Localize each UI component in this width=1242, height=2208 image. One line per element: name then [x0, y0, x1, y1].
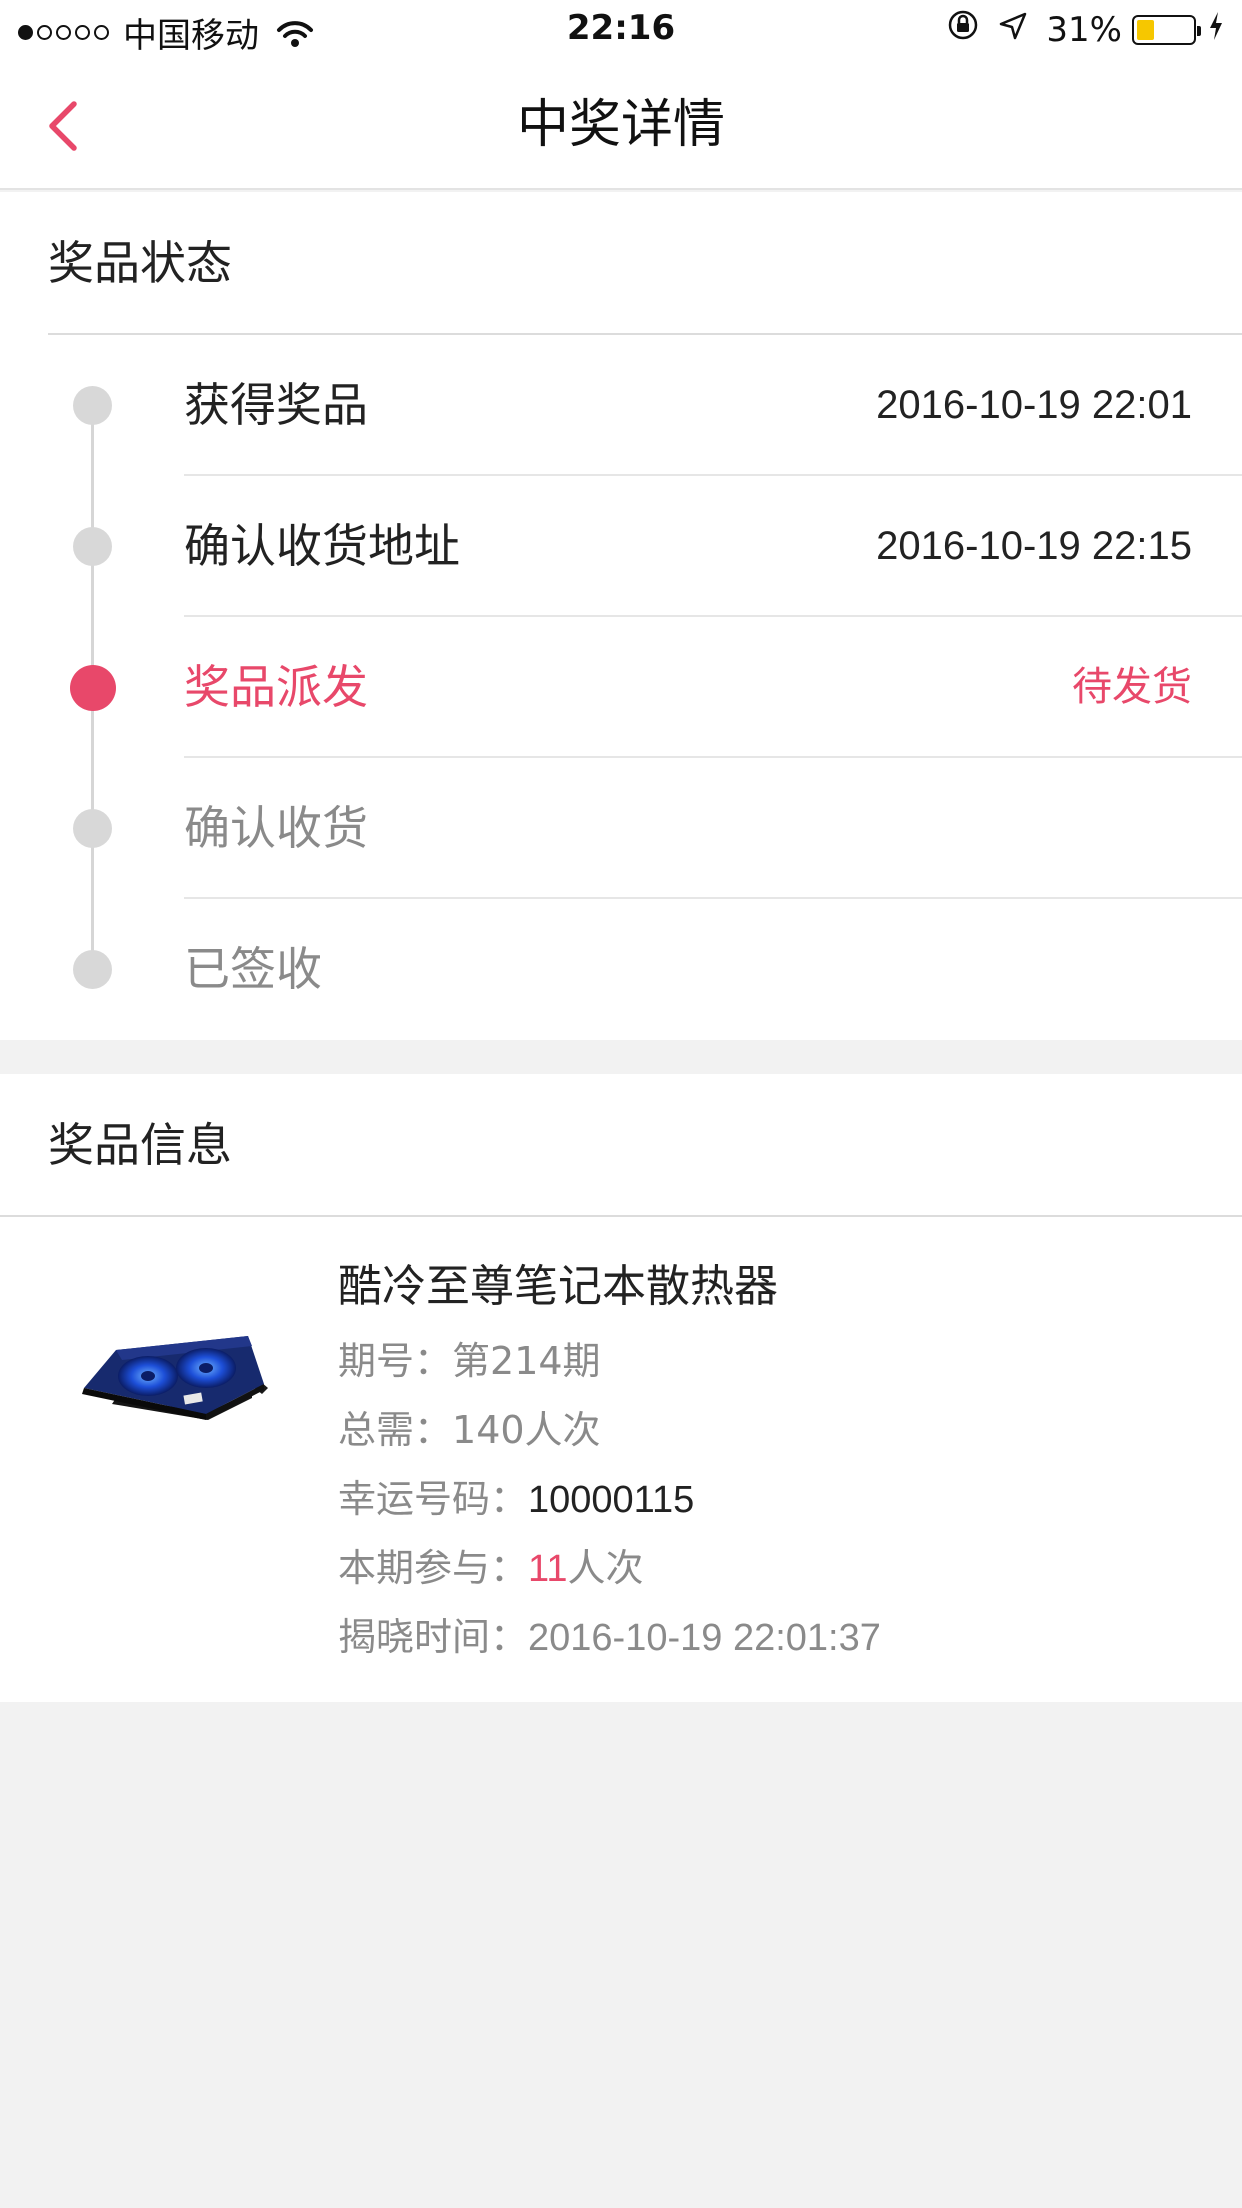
total-value: 140人次	[452, 1408, 601, 1452]
battery-level	[1137, 19, 1154, 40]
step-status-badge: 待发货	[1072, 665, 1192, 709]
lucky-number-value: 10000115	[528, 1479, 695, 1521]
charging-bolt-icon	[1208, 10, 1224, 50]
status-step-dispatch: 奖品派发 待发货	[0, 617, 1242, 758]
laptop-cooler-image	[82, 1336, 268, 1420]
orientation-lock-icon	[946, 8, 980, 51]
lucky-number-line: 幸运号码：10000115	[338, 1468, 694, 1523]
step-label: 奖品派发	[184, 660, 368, 714]
reveal-time-label: 揭晓时间：	[338, 1615, 529, 1659]
prize-status-header: 奖品状态	[48, 192, 1242, 335]
issue-label: 期号：	[338, 1339, 453, 1383]
prize-status-section: 奖品状态 获得奖品 2016-10-19 22:01 确认收货地址 2016-1…	[0, 192, 1242, 1040]
reveal-time-value: 2016-10-19 22:01:37	[528, 1617, 881, 1659]
issue-value: 第214期	[452, 1339, 601, 1383]
status-step-signed: 已签收	[0, 899, 1242, 1040]
step-dot-icon	[73, 950, 112, 989]
prize-info-header: 奖品信息	[0, 1074, 1242, 1217]
status-bar: 中国移动 22:16 31%	[0, 0, 1242, 60]
step-label: 确认收货地址	[184, 519, 460, 573]
step-label: 获得奖品	[184, 378, 368, 432]
lucky-number-label: 幸运号码：	[338, 1477, 529, 1521]
step-time: 2016-10-19 22:15	[876, 524, 1192, 568]
battery-icon	[1132, 14, 1201, 45]
status-step-confirm-receipt: 确认收货	[0, 758, 1242, 899]
participation-line: 本期参与：11人次	[338, 1537, 643, 1592]
step-dot-active-icon	[70, 665, 116, 711]
reveal-time-line: 揭晓时间：2016-10-19 22:01:37	[338, 1606, 881, 1661]
battery-percent: 31%	[1046, 9, 1122, 50]
status-step-confirm-address: 确认收货地址 2016-10-19 22:15	[0, 476, 1242, 617]
step-label: 已签收	[184, 942, 322, 996]
page-title: 中奖详情	[516, 95, 725, 155]
total-line: 总需：140人次	[338, 1399, 601, 1454]
status-right: 31%	[928, 8, 1224, 51]
participation-count: 11	[528, 1548, 568, 1590]
product-image[interactable]	[76, 1302, 276, 1442]
issue-line: 期号：第214期	[338, 1330, 601, 1385]
nav-bar: 中奖详情	[0, 60, 1242, 190]
step-label: 确认收货	[184, 801, 368, 855]
prize-info-title: 奖品信息	[48, 1118, 232, 1172]
product-name: 酷冷至尊笔记本散热器	[338, 1261, 778, 1312]
step-dot-icon	[73, 527, 112, 566]
location-arrow-icon	[998, 10, 1028, 50]
prize-info-section: 奖品信息 酷冷至尊笔记本散热器 期号：第214期 总需：140人次 幸运号码：1…	[0, 1074, 1242, 1702]
status-step-obtained: 获得奖品 2016-10-19 22:01	[0, 335, 1242, 476]
step-time: 2016-10-19 22:01	[876, 383, 1192, 427]
step-dot-icon	[73, 386, 112, 425]
participation-label: 本期参与：	[338, 1546, 529, 1590]
total-label: 总需：	[338, 1408, 453, 1452]
participation-unit: 人次	[567, 1546, 644, 1590]
step-dot-icon	[73, 809, 112, 848]
